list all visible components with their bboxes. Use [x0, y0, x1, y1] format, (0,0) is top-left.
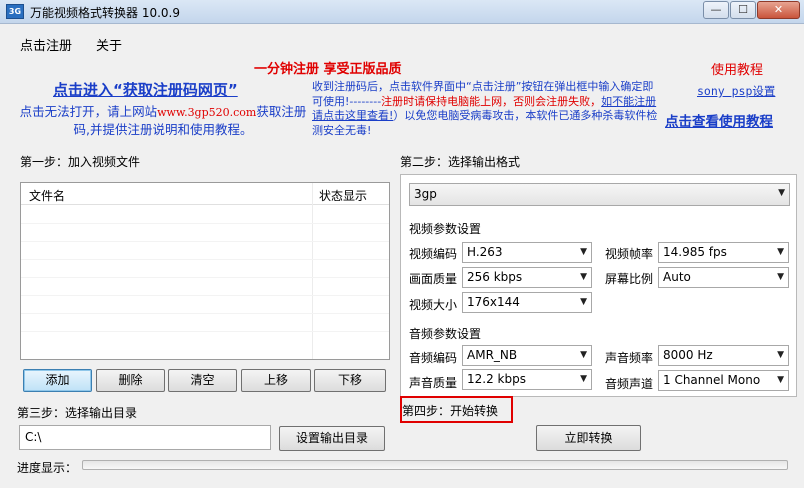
promo-left-text: 点击无法打开，请上网站www.3gp520.com获取注册码,并提供注册说明和使… — [18, 103, 308, 138]
audio-channel-select[interactable]: 1 Channel Mono ▼ — [658, 370, 789, 391]
video-size-label: 视频大小 — [409, 298, 458, 312]
video-fps-value: 14.985 fps — [663, 245, 727, 259]
video-size-select[interactable]: 176x144 ▼ — [462, 292, 592, 313]
output-dir-input[interactable]: C:\ — [19, 425, 271, 450]
chevron-down-icon: ▼ — [580, 272, 587, 282]
title-bar: 3G 万能视频格式转换器 10.0.9 — ☐ ✕ — [0, 0, 804, 24]
video-params-heading: 视频参数设置 — [409, 222, 482, 236]
progress-bar — [82, 460, 788, 470]
promo-headline: 一分钟注册 享受正版品质 — [254, 62, 402, 77]
step4-label: 第四步：开始转换 — [402, 404, 499, 418]
audio-quality-value: 12.2 kbps — [467, 372, 526, 386]
audio-params-heading: 音频参数设置 — [409, 327, 482, 341]
registration-page-link[interactable]: 点击进入“获取注册码网页” — [53, 79, 238, 100]
column-header-filename[interactable]: 文件名 — [29, 187, 65, 204]
chevron-down-icon: ▼ — [777, 350, 784, 360]
chevron-down-icon: ▼ — [777, 272, 784, 282]
output-format-select[interactable]: 3gp ▼ — [409, 183, 790, 206]
step1-label: 第一步：加入视频文件 — [20, 155, 141, 169]
convert-now-button[interactable]: 立即转换 — [536, 425, 641, 451]
file-list[interactable]: 文件名 状态显示 — [20, 182, 390, 360]
audio-rate-label: 声音频率 — [605, 351, 654, 365]
row-divider — [21, 277, 389, 278]
column-divider — [312, 183, 313, 359]
move-up-button[interactable]: 上移 — [241, 369, 311, 392]
chevron-down-icon: ▼ — [580, 297, 587, 307]
video-quality-label: 画面质量 — [409, 272, 458, 286]
maximize-button[interactable]: ☐ — [730, 1, 756, 19]
tutorial-link[interactable]: 点击查看使用教程 — [665, 110, 773, 130]
move-down-button[interactable]: 下移 — [314, 369, 386, 392]
chevron-down-icon: ▼ — [778, 188, 785, 198]
chevron-down-icon: ▼ — [580, 247, 587, 257]
row-divider — [21, 313, 389, 314]
tutorial-title: 使用教程 — [711, 63, 764, 78]
audio-channel-value: 1 Channel Mono — [663, 373, 761, 387]
add-button[interactable]: 添加 — [23, 369, 92, 392]
chevron-down-icon: ▼ — [580, 374, 587, 384]
video-fps-select[interactable]: 14.985 fps ▼ — [658, 242, 789, 263]
app-icon: 3G — [6, 4, 24, 19]
menu-register[interactable]: 点击注册 — [20, 35, 72, 54]
row-divider — [21, 331, 389, 332]
aspect-ratio-select[interactable]: Auto ▼ — [658, 267, 789, 288]
audio-codec-label: 音频编码 — [409, 351, 458, 365]
step2-label: 第二步：选择输出格式 — [400, 155, 521, 169]
aspect-ratio-label: 屏幕比例 — [605, 272, 654, 286]
delete-button[interactable]: 删除 — [96, 369, 165, 392]
file-list-header: 文件名 状态显示 — [21, 183, 389, 205]
row-divider — [21, 259, 389, 260]
row-divider — [21, 241, 389, 242]
chevron-down-icon: ▼ — [777, 375, 784, 385]
video-quality-value: 256 kbps — [467, 270, 523, 284]
audio-quality-label: 声音质量 — [409, 376, 458, 390]
promo-mid-warning: 注册时请保持电脑能上网，否则会注册失败， — [381, 94, 602, 108]
website-link[interactable]: www.3gp520.com — [157, 106, 256, 119]
close-button[interactable]: ✕ — [757, 1, 800, 19]
psp-settings-link[interactable]: sony psp设置 — [697, 83, 775, 99]
promo-left-text-1: 点击无法打开，请上网站 — [19, 104, 158, 119]
audio-codec-value: AMR_NB — [467, 348, 518, 362]
audio-codec-select[interactable]: AMR_NB ▼ — [462, 345, 592, 366]
step3-label: 第三步：选择输出目录 — [17, 406, 138, 420]
chevron-down-icon: ▼ — [777, 247, 784, 257]
row-divider — [21, 223, 389, 224]
video-size-value: 176x144 — [467, 295, 520, 309]
progress-label: 进度显示： — [17, 461, 78, 475]
audio-quality-select[interactable]: 12.2 kbps ▼ — [462, 369, 592, 390]
video-quality-select[interactable]: 256 kbps ▼ — [462, 267, 592, 288]
minimize-button[interactable]: — — [703, 1, 729, 19]
audio-rate-value: 8000 Hz — [663, 348, 713, 362]
window-title: 万能视频格式转换器 10.0.9 — [30, 6, 180, 20]
set-output-dir-button[interactable]: 设置输出目录 — [279, 426, 385, 451]
promo-instructions: 收到注册码后，点击软件界面中“点击注册”按钮在弹出框中输入确定即可使用!----… — [312, 80, 660, 138]
clear-button[interactable]: 清空 — [168, 369, 237, 392]
menu-about[interactable]: 关于 — [96, 35, 122, 54]
video-fps-label: 视频帧率 — [605, 247, 654, 261]
audio-rate-select[interactable]: 8000 Hz ▼ — [658, 345, 789, 366]
video-codec-value: H.263 — [467, 245, 503, 259]
video-codec-label: 视频编码 — [409, 247, 458, 261]
column-header-status[interactable]: 状态显示 — [319, 187, 367, 204]
video-codec-select[interactable]: H.263 ▼ — [462, 242, 592, 263]
aspect-ratio-value: Auto — [663, 270, 691, 284]
row-divider — [21, 295, 389, 296]
chevron-down-icon: ▼ — [580, 350, 587, 360]
audio-channel-label: 音频声道 — [605, 377, 654, 391]
output-format-value: 3gp — [414, 187, 437, 201]
